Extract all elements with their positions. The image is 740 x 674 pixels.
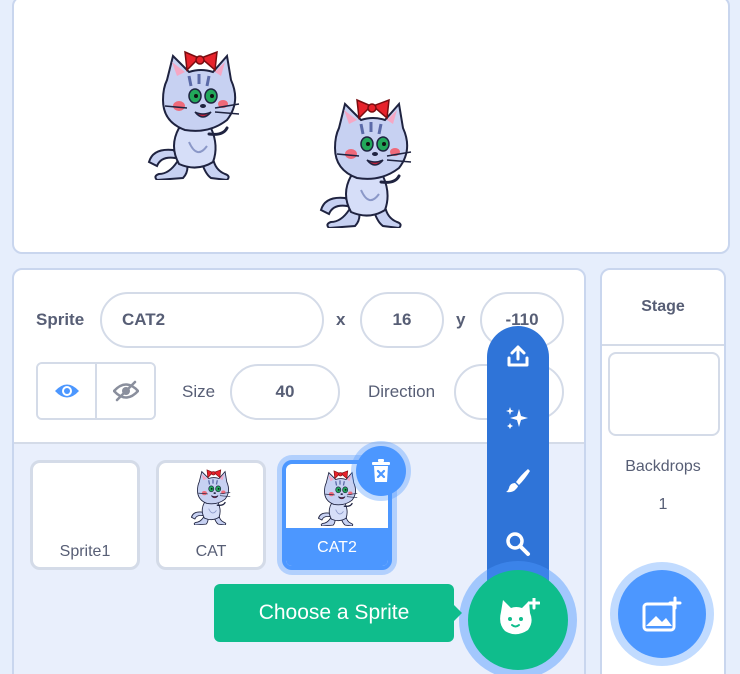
cat-add-icon	[500, 598, 540, 635]
stage-sprite-cat2[interactable]	[306, 98, 436, 228]
trash-icon	[372, 459, 390, 482]
show-sprite-button[interactable]	[38, 364, 97, 418]
sprite-tile-label: CAT	[195, 543, 227, 560]
upload-sprite-button[interactable]	[487, 330, 549, 382]
backdrops-count: 1	[658, 496, 668, 513]
search-sprite-button[interactable]	[487, 518, 549, 570]
paint-sprite-button[interactable]	[487, 454, 549, 506]
x-label: x	[336, 310, 346, 329]
surprise-sprite-button[interactable]	[487, 392, 549, 444]
hide-sprite-button[interactable]	[97, 364, 154, 418]
backdrop-image-icon	[642, 596, 682, 632]
choose-sprite-tooltip: Choose a Sprite	[214, 584, 454, 642]
size-field[interactable]: 40	[230, 364, 340, 420]
stage-sprite-cat[interactable]	[134, 50, 264, 180]
sprite-tile-label: CAT2	[317, 539, 357, 556]
upload-icon	[507, 345, 529, 367]
backdrops-label: Backdrops	[625, 458, 701, 475]
sprite-tile-cat[interactable]: CAT	[156, 460, 266, 570]
surprise-icon	[506, 407, 528, 429]
choose-sprite-button[interactable]	[468, 570, 568, 670]
sprite-tile-label: Sprite1	[59, 543, 111, 560]
eye-slash-icon	[112, 380, 139, 402]
stage-title: Stage	[641, 298, 685, 315]
tooltip-arrow	[452, 603, 462, 623]
x-field[interactable]: 16	[360, 292, 444, 348]
stage-canvas[interactable]	[12, 0, 730, 254]
sprite-tile-sprite1[interactable]: Sprite1	[30, 460, 140, 570]
direction-label: Direction	[368, 382, 436, 401]
divider	[602, 344, 724, 346]
choose-backdrop-button[interactable]	[618, 570, 706, 658]
y-label: y	[456, 310, 466, 329]
sprite-label: Sprite	[36, 310, 85, 329]
search-icon	[506, 532, 530, 556]
sprite-add-menu	[487, 326, 549, 596]
sprite-thumbnail	[190, 469, 231, 525]
eye-icon	[54, 384, 79, 398]
size-label: Size	[182, 382, 216, 401]
delete-sprite-button[interactable]	[356, 446, 406, 496]
sprite-name-field[interactable]: CAT2	[100, 292, 324, 348]
visibility-toggle	[36, 362, 156, 420]
stage-thumbnail[interactable]	[608, 352, 720, 436]
paint-brush-icon	[506, 469, 530, 493]
